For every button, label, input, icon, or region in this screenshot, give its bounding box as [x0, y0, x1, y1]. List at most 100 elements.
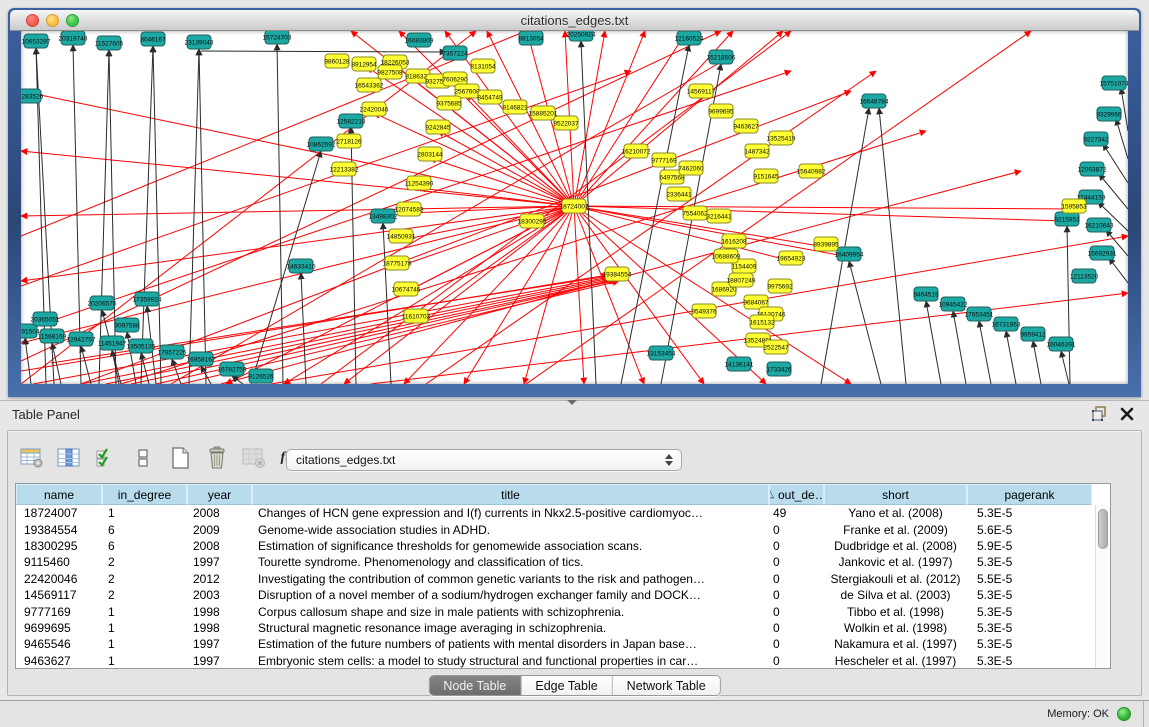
- cell-name[interactable]: 9463627: [16, 654, 102, 668]
- graph-node[interactable]: 19384554: [603, 267, 632, 281]
- table-row[interactable]: 969969511998Structural magnetic resonanc…: [16, 620, 1095, 636]
- graph-node[interactable]: 11283526: [21, 89, 44, 103]
- cell-in_degree[interactable]: 2: [102, 588, 187, 602]
- cell-pagerank[interactable]: 5.5E-5: [967, 572, 1092, 586]
- graph-node[interactable]: 10674746: [392, 282, 421, 296]
- show-column-button[interactable]: [55, 444, 83, 472]
- column-header-name[interactable]: name: [16, 484, 102, 505]
- cell-short[interactable]: Yano et al. (2008): [824, 506, 967, 520]
- table-row[interactable]: 946362711997Embryonic stem cells: a mode…: [16, 653, 1095, 668]
- cell-year[interactable]: 1997: [187, 637, 252, 651]
- graph-node[interactable]: 16731953: [992, 317, 1021, 331]
- cell-name[interactable]: 18724007: [16, 506, 102, 520]
- graph-node[interactable]: 9375685: [436, 96, 462, 110]
- cell-title[interactable]: Changes of HCN gene expression and I(f) …: [252, 506, 769, 520]
- graph-node[interactable]: 8046167: [140, 32, 166, 46]
- graph-node[interactable]: 15692931: [1088, 246, 1117, 260]
- graph-node[interactable]: 15724703: [263, 31, 292, 44]
- graph-node[interactable]: 9777169: [651, 153, 677, 167]
- graph-node[interactable]: 17359924: [133, 292, 162, 306]
- graph-node[interactable]: 20365051: [31, 312, 60, 326]
- tab-edge-table[interactable]: Edge Table: [521, 676, 612, 695]
- graph-node[interactable]: 10653287: [22, 34, 51, 48]
- cell-pagerank[interactable]: 5.3E-5: [967, 588, 1092, 602]
- cell-year[interactable]: 2012: [187, 572, 252, 586]
- cell-name[interactable]: 9777169: [16, 605, 102, 619]
- select-columns-button[interactable]: [92, 444, 120, 472]
- graph-node[interactable]: 8131054: [470, 59, 496, 73]
- graph-node[interactable]: 23139043: [185, 35, 214, 49]
- cell-out_de[interactable]: 0: [769, 637, 824, 651]
- graph-node[interactable]: 1595853: [1061, 199, 1087, 213]
- cell-year[interactable]: 1997: [187, 555, 252, 569]
- cell-in_degree[interactable]: 6: [102, 539, 187, 553]
- graph-node[interactable]: 2336441: [666, 187, 692, 201]
- graph-node[interactable]: 9146821: [502, 100, 528, 114]
- tab-network-table[interactable]: Network Table: [613, 676, 720, 695]
- cell-title[interactable]: Disruption of a novel member of a sodium…: [252, 588, 769, 602]
- graph-node[interactable]: 9227342: [1083, 132, 1109, 146]
- table-row[interactable]: 1938455462009Genome-wide association stu…: [16, 521, 1095, 537]
- graph-node[interactable]: 16210072: [622, 144, 651, 158]
- graph-node[interactable]: 9975692: [767, 279, 793, 293]
- graph-node[interactable]: 8813054: [518, 31, 544, 45]
- graph-node[interactable]: 9126526: [248, 369, 274, 383]
- graph-node[interactable]: 15218506: [707, 50, 736, 64]
- cell-short[interactable]: Stergiakouli et al. (2012): [824, 572, 967, 586]
- graph-node[interactable]: 12942757: [67, 332, 96, 346]
- network-canvas[interactable]: 1065328720319748115276058046167231390431…: [21, 31, 1128, 384]
- table-body[interactable]: 1872400712008Changes of HCN gene express…: [16, 505, 1095, 668]
- cell-pagerank[interactable]: 5.6E-5: [967, 523, 1092, 537]
- cell-name[interactable]: 14569117: [16, 588, 102, 602]
- cell-year[interactable]: 1998: [187, 605, 252, 619]
- graph-node[interactable]: 20206576: [88, 296, 117, 310]
- graph-node[interactable]: 11610703: [402, 309, 431, 323]
- graph-node[interactable]: 9522037: [553, 116, 579, 130]
- graph-node[interactable]: 18300295: [518, 214, 547, 228]
- graph-node[interactable]: 2522547: [763, 340, 789, 354]
- graph-node[interactable]: 15751074: [1100, 76, 1128, 90]
- cell-title[interactable]: Embryonic stem cells: a model to study s…: [252, 654, 769, 668]
- cell-year[interactable]: 1998: [187, 621, 252, 635]
- cell-pagerank[interactable]: 5.3E-5: [967, 637, 1092, 651]
- graph-node[interactable]: 9329966: [1096, 107, 1122, 121]
- cell-out_de[interactable]: 0: [769, 621, 824, 635]
- delete-column-button[interactable]: [203, 444, 231, 472]
- graph-node[interactable]: 16046391: [1047, 337, 1076, 351]
- graph-node[interactable]: 11254390: [405, 176, 434, 190]
- graph-node[interactable]: 7462060: [678, 161, 704, 175]
- graph-node[interactable]: 17957225: [158, 345, 187, 359]
- graph-node[interactable]: 16083809: [405, 33, 434, 47]
- graph-node[interactable]: 9463627: [733, 119, 759, 133]
- table-vertical-scrollbar[interactable]: [1095, 505, 1110, 668]
- table-row[interactable]: 946554611997Estimation of the future num…: [16, 636, 1095, 652]
- cell-in_degree[interactable]: 1: [102, 621, 187, 635]
- cell-pagerank[interactable]: 5.3E-5: [967, 605, 1092, 619]
- cell-short[interactable]: Wolkin et al. (1998): [824, 621, 967, 635]
- cell-pagerank[interactable]: 5.3E-5: [967, 621, 1092, 635]
- cell-short[interactable]: Hescheler et al. (1997): [824, 654, 967, 668]
- cell-out_de[interactable]: 0: [769, 588, 824, 602]
- graph-node[interactable]: 7357224: [442, 46, 468, 60]
- graph-node[interactable]: 2718126: [336, 134, 362, 148]
- graph-node[interactable]: 14633410: [287, 259, 316, 273]
- graph-node[interactable]: 17653451: [965, 307, 994, 321]
- graph-node[interactable]: 12113520: [1070, 269, 1099, 283]
- graph-node[interactable]: 16782759: [218, 362, 247, 376]
- row-height-button[interactable]: [129, 444, 157, 472]
- cell-short[interactable]: Nakamura et al. (1997): [824, 637, 967, 651]
- graph-node[interactable]: 8912954: [351, 57, 377, 71]
- graph-node[interactable]: 1616208: [721, 234, 747, 248]
- cell-out_de[interactable]: 0: [769, 572, 824, 586]
- table-row[interactable]: 1872400712008Changes of HCN gene express…: [16, 505, 1095, 521]
- cell-year[interactable]: 1997: [187, 654, 252, 668]
- cell-short[interactable]: Dudbridge et al. (2008): [824, 539, 967, 553]
- graph-node[interactable]: 13498302: [369, 209, 398, 223]
- cell-in_degree[interactable]: 1: [102, 605, 187, 619]
- graph-node[interactable]: 8454749: [477, 90, 503, 104]
- graph-node[interactable]: 12213382: [330, 162, 359, 176]
- graph-node[interactable]: 16958167: [187, 352, 216, 366]
- graph-node[interactable]: 16543362: [355, 78, 384, 92]
- cell-out_de[interactable]: 49: [769, 506, 824, 520]
- graph-node[interactable]: 11451947: [98, 336, 127, 350]
